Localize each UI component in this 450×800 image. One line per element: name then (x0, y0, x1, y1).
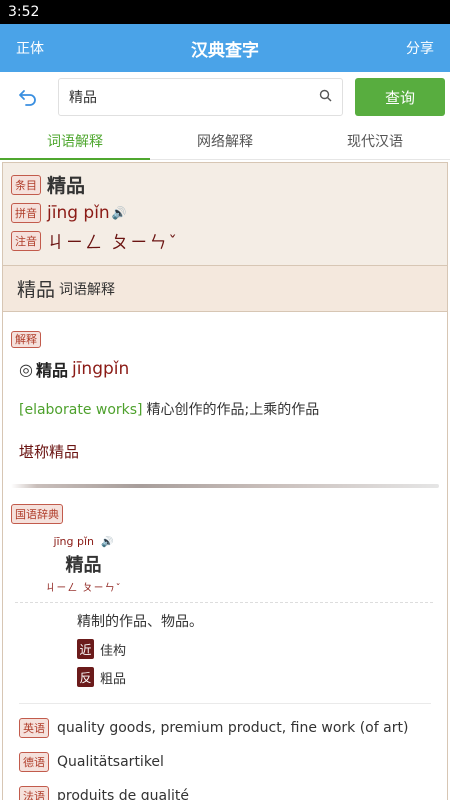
search-input-value: 精品 (69, 90, 97, 106)
entry-word: 精品 (47, 175, 86, 197)
tab-modern-chinese[interactable]: 现代汉语 (300, 122, 450, 159)
explain-headline: ◎ 精品 jīngpǐn (19, 357, 439, 381)
app-bar: 正体 汉典查字 分享 (0, 24, 450, 72)
synonym-badge: 近 (77, 639, 94, 659)
explain-definition-line: [elaborate works] 精心创作的作品;上乘的作品 (19, 399, 439, 419)
status-time: 3:52 (8, 4, 40, 20)
zhuyin-tag: 注音 (11, 230, 41, 251)
bullet-marker: ◎ (19, 359, 33, 379)
explain-word: 精品 (35, 361, 68, 380)
english-gloss: [elaborate works] (19, 402, 143, 418)
guoyu-zhuyin: ㄐㄧㄥ ㄆㄧㄣˇ (45, 583, 122, 594)
translation-text: quality goods, premium product, fine wor… (57, 720, 409, 736)
antonym-word[interactable]: 粗品 (100, 668, 126, 687)
section-subtitle: 词语解释 (59, 281, 116, 298)
translation-text: produits de qualité (57, 788, 189, 800)
guoyu-speaker-icon[interactable]: 🔊 (101, 537, 113, 548)
translation-text: Qualitätsartikel (57, 754, 164, 770)
synonym-word[interactable]: 佳构 (100, 640, 126, 659)
guoyu-word: 精品 (65, 555, 102, 576)
antonym-row: 反 粗品 (77, 667, 439, 687)
entry-header: 条目 精品 拼音 jīng pǐn 🔊 注音 ㄐㄧㄥ ㄆㄧㄣˇ (2, 162, 448, 266)
guoyu-heading: jīng pǐn 🔊 精品 ㄐㄧㄥ ㄆㄧㄣˇ (36, 530, 131, 594)
traditional-toggle-button[interactable]: 正体 (16, 38, 66, 58)
status-bar: 3:52 (0, 0, 450, 24)
explain-pinyin: jīngpǐn (71, 359, 130, 379)
language-tag: 英语 (19, 718, 49, 738)
guoyu-pinyin: jīng pǐn (53, 535, 95, 548)
tab-bar: 词语解释 网络解释 现代汉语 (0, 122, 450, 160)
explain-definition: 精心创作的作品;上乘的作品 (146, 402, 320, 418)
query-button[interactable]: 查询 (355, 78, 445, 116)
share-button[interactable]: 分享 (384, 38, 434, 58)
translation-row: 英语 quality goods, premium product, fine … (19, 718, 439, 738)
explain-tag: 解释 (11, 331, 41, 348)
guoyu-definition: 精制的作品、物品。 (77, 614, 203, 630)
speaker-icon[interactable]: 🔊 (112, 206, 127, 220)
brush-divider (11, 484, 439, 488)
content: 条目 精品 拼音 jīng pǐn 🔊 注音 ㄐㄧㄥ ㄆㄧㄣˇ 精品 词语解释 … (0, 162, 450, 800)
app-title: 汉典查字 (191, 40, 259, 61)
search-input[interactable]: 精品 (58, 78, 343, 116)
antonym-badge: 反 (77, 667, 94, 687)
search-icon[interactable] (319, 89, 332, 106)
section-word: 精品 (17, 279, 56, 301)
back-icon[interactable] (12, 81, 44, 113)
synonym-row: 近 佳构 (77, 639, 439, 659)
translation-separator (19, 703, 431, 704)
entry-zhuyin: ㄐㄧㄥ ㄆㄧㄣˇ (47, 233, 179, 253)
entry-pinyin: jīng pǐn (47, 203, 110, 223)
section-header: 精品 词语解释 (2, 266, 448, 312)
translation-row: 德语 Qualitätsartikel (19, 752, 439, 772)
tab-web-explanation[interactable]: 网络解释 (150, 122, 300, 159)
pinyin-tag: 拼音 (11, 203, 41, 223)
language-tag: 德语 (19, 752, 49, 772)
definition-body: 解释 ◎ 精品 jīngpǐn [elaborate works] 精心创作的作品… (2, 312, 448, 800)
search-row: 精品 查询 (0, 72, 450, 122)
entry-tag: 条目 (11, 174, 41, 195)
tab-word-explanation[interactable]: 词语解释 (0, 122, 150, 160)
explain-example: 堪称精品 (19, 443, 80, 461)
guoyu-separator (15, 602, 433, 603)
language-tag: 法语 (19, 786, 49, 800)
translation-row: 法语 produits de qualité (19, 786, 439, 800)
guoyu-tag: 国语辞典 (11, 504, 63, 524)
